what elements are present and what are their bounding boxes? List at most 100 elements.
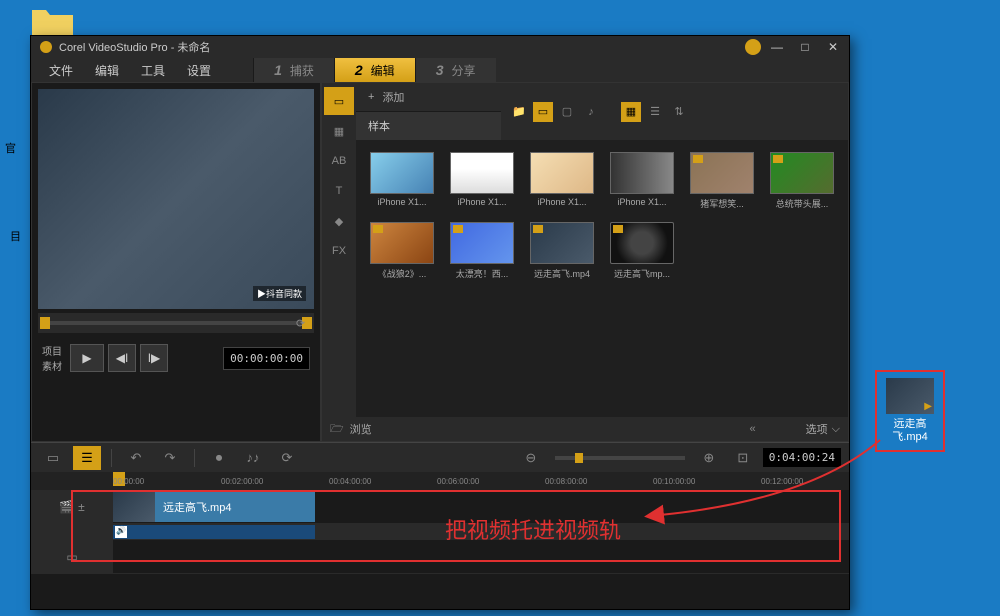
timeline-toolbar: ▭ ☰ ↶ ↷ ⏺ ♪♪ ⟳ ⊖ ⊕ ⊡ 0:04:00:24 — [31, 442, 849, 472]
folder-icon[interactable]: 📁 — [509, 102, 529, 122]
library-browse-button[interactable]: 🗁 浏览 — [330, 420, 372, 439]
close-button[interactable]: ✕ — [825, 39, 841, 55]
library-item[interactable]: iPhone X1... — [608, 152, 676, 210]
record-button[interactable]: ⏺ — [205, 446, 233, 470]
ruler-tick-label: 00:04:00:00 — [329, 477, 371, 486]
library-add-button[interactable]: + 添加 — [356, 83, 501, 112]
loop-icon[interactable]: ⟳ — [296, 317, 310, 331]
library-item-thumbnail — [770, 152, 834, 194]
lib-tab-transitions[interactable]: ▦ — [324, 117, 354, 145]
minimize-button[interactable]: — — [769, 39, 785, 55]
audio-track[interactable]: 🔊 — [31, 524, 849, 540]
tab-edit[interactable]: 2 编辑 — [334, 58, 415, 82]
redo-button[interactable]: ↷ — [156, 446, 184, 470]
library-options-button[interactable]: 选项 ⌵ — [806, 421, 840, 437]
filter-audio-icon[interactable]: ♪ — [581, 102, 601, 122]
tab-capture[interactable]: 1 捕获 — [253, 58, 334, 82]
menu-edit[interactable]: 编辑 — [85, 60, 129, 81]
preview-watermark: ▶抖音同款 — [253, 286, 306, 301]
audio-clip[interactable]: 🔊 — [113, 525, 315, 539]
audio-mixer-button[interactable]: ♪♪ — [239, 446, 267, 470]
library-item-thumbnail — [690, 152, 754, 194]
preview-viewport[interactable]: ▶抖音同款 — [38, 89, 314, 309]
lib-tab-filters[interactable]: FX — [324, 237, 354, 265]
speaker-icon: 🔊 — [115, 526, 127, 538]
collapse-icon[interactable]: « — [750, 423, 756, 435]
library-item-label: 远走高飞mp... — [608, 267, 676, 280]
preview-scrubber[interactable]: ⟳ — [38, 313, 314, 333]
zoom-out-button[interactable]: ⊖ — [517, 446, 545, 470]
library-item-label: 《战狼2》... — [368, 267, 436, 280]
desktop-label-2: 目 — [10, 228, 21, 244]
ruler-tick-label: 00:10:00:00 — [653, 477, 695, 486]
clip-thumbnail — [113, 492, 155, 522]
library-item-label: iPhone X1... — [608, 197, 676, 207]
library-sample-folder[interactable]: 样本 — [356, 112, 501, 140]
library-item-label: iPhone X1... — [368, 197, 436, 207]
badge-icon — [745, 39, 761, 55]
library-item-thumbnail — [370, 222, 434, 264]
filter-video-icon[interactable]: ▭ — [533, 102, 553, 122]
app-icon — [39, 40, 53, 54]
library-item[interactable]: iPhone X1... — [528, 152, 596, 210]
menu-file[interactable]: 文件 — [39, 60, 83, 81]
ruler-tick-label: 00:00:00 — [113, 477, 144, 486]
preview-panel: ▶抖音同款 ⟳ 项目 素材 ▶ ◀I I▶ 00:00:00:00 — [31, 82, 321, 442]
library-item[interactable]: 总统带头展... — [768, 152, 836, 210]
play-button[interactable]: ▶ — [70, 344, 104, 372]
library-item-thumbnail — [450, 222, 514, 264]
mode-clip-label[interactable]: 素材 — [42, 358, 62, 373]
storyboard-view-button[interactable]: ▭ — [39, 446, 67, 470]
mode-project-label[interactable]: 项目 — [42, 343, 62, 358]
library-item-thumbnail — [610, 152, 674, 194]
timeline-tracks: 🎬 ± 远走高飞.mp4 🔊 ▭ — [31, 490, 849, 574]
library-item-label: 远走高飞.mp4 — [528, 267, 596, 280]
view-list-icon[interactable]: ☰ — [645, 102, 665, 122]
ruler-tick-label: 00:12:00:00 — [761, 477, 803, 486]
undo-button[interactable]: ↶ — [122, 446, 150, 470]
desktop-video-file[interactable]: 远走高飞.mp4 — [875, 370, 945, 452]
lib-tab-text[interactable]: T — [324, 177, 354, 205]
file-name-label: 远走高飞.mp4 — [881, 418, 939, 444]
tab-share[interactable]: 3 分享 — [415, 58, 496, 82]
batch-convert-button[interactable]: ⟳ — [273, 446, 301, 470]
fit-timeline-button[interactable]: ⊡ — [729, 446, 757, 470]
library-item[interactable]: iPhone X1... — [368, 152, 436, 210]
track-options-icon[interactable]: ± — [78, 500, 85, 514]
lib-tab-media[interactable]: ▭ — [324, 87, 354, 115]
library-item-thumbnail — [610, 222, 674, 264]
lib-tab-titles[interactable]: AB — [324, 147, 354, 175]
library-toolbar: 📁 ▭ ▢ ♪ ▦ ☰ ⇅ — [501, 83, 848, 140]
video-track[interactable]: 🎬 ± 远走高飞.mp4 — [31, 490, 849, 524]
library-item[interactable]: 远走高飞.mp4 — [528, 222, 596, 280]
library-item-thumbnail — [530, 152, 594, 194]
menubar: 文件 编辑 工具 设置 1 捕获 2 编辑 3 分享 — [31, 58, 849, 82]
menu-settings[interactable]: 设置 — [177, 60, 221, 81]
library-item[interactable]: iPhone X1... — [448, 152, 516, 210]
library-item-label: 太漂亮！西... — [448, 267, 516, 280]
menu-tools[interactable]: 工具 — [131, 60, 175, 81]
library-item[interactable]: 《战狼2》... — [368, 222, 436, 280]
library-item[interactable]: 远走高飞mp... — [608, 222, 676, 280]
preview-timecode[interactable]: 00:00:00:00 — [223, 347, 310, 370]
overlay-track[interactable]: ▭ — [31, 540, 849, 574]
timeline-view-button[interactable]: ☰ — [73, 446, 101, 470]
prev-frame-button[interactable]: ◀I — [108, 344, 136, 372]
library-item[interactable]: 太漂亮！西... — [448, 222, 516, 280]
zoom-in-button[interactable]: ⊕ — [695, 446, 723, 470]
library-panel: ▭ ▦ AB T ◆ FX + 添加 样本 — [321, 82, 849, 442]
lib-tab-graphics[interactable]: ◆ — [324, 207, 354, 235]
view-thumbnails-icon[interactable]: ▦ — [621, 102, 641, 122]
maximize-button[interactable]: □ — [797, 39, 813, 55]
library-item[interactable]: 猪军想笑... — [688, 152, 756, 210]
file-thumbnail — [886, 378, 934, 414]
video-clip[interactable]: 远走高飞.mp4 — [113, 492, 315, 522]
timeline-timecode[interactable]: 0:04:00:24 — [763, 448, 841, 467]
next-frame-button[interactable]: I▶ — [140, 344, 168, 372]
filter-photo-icon[interactable]: ▢ — [557, 102, 577, 122]
zoom-slider[interactable] — [555, 456, 685, 460]
video-track-icon: 🎬 — [59, 500, 74, 514]
timeline-ruler[interactable]: 00:00:0000:02:00:0000:04:00:0000:06:00:0… — [31, 472, 849, 490]
sort-icon[interactable]: ⇅ — [669, 102, 689, 122]
trim-start-handle[interactable] — [40, 317, 50, 329]
